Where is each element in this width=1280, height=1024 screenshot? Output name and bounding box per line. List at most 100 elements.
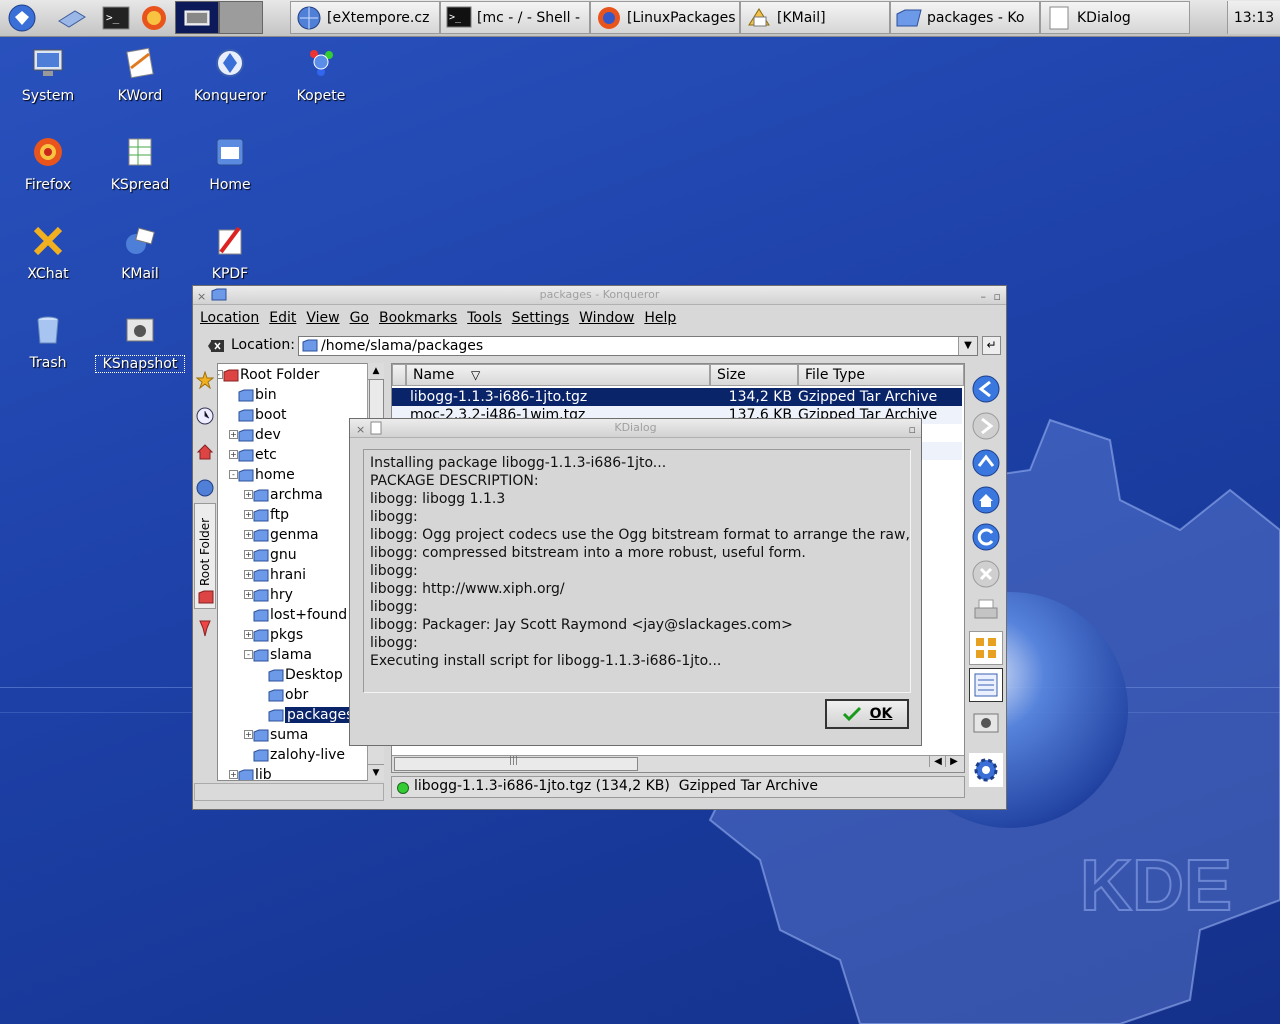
expander-icon[interactable]: + [229, 450, 238, 459]
hscroll-thumb[interactable]: ||| [394, 756, 638, 771]
close-icon[interactable]: × [356, 421, 365, 439]
tree-item[interactable]: lib [238, 765, 272, 780]
pager-desktop-1[interactable] [175, 1, 219, 34]
ok-button[interactable]: OK [825, 699, 909, 729]
tree-item[interactable]: obr [268, 685, 308, 705]
home-button[interactable] [969, 483, 1003, 517]
terminal-launcher[interactable]: >_ [98, 2, 134, 34]
menu-view[interactable]: View [303, 310, 342, 326]
file-row[interactable]: libogg-1.1.3-i686-1jto.tgz 134,2 KB Gzippe… [392, 388, 962, 406]
kde-menu-button[interactable] [4, 2, 40, 34]
tree-item[interactable]: ftp [253, 505, 289, 525]
sidebar-tab-root-folder[interactable]: Root Folder [194, 503, 216, 609]
tree-item[interactable]: hry [253, 585, 293, 605]
maximize-icon[interactable]: ▫ [909, 421, 916, 439]
stop-button[interactable] [969, 557, 1003, 591]
tree-item[interactable]: suma [253, 725, 308, 745]
reload-button[interactable] [969, 520, 1003, 554]
tree-item[interactable]: bin [238, 385, 277, 405]
expander-icon[interactable]: + [244, 510, 253, 519]
maximize-icon[interactable]: ▫ [994, 288, 1001, 306]
up-button[interactable] [969, 446, 1003, 480]
expander-icon[interactable]: - [229, 470, 238, 479]
tree-item[interactable]: gnu [253, 545, 297, 565]
tree-item[interactable]: boot [238, 405, 287, 425]
task-kdialog[interactable]: KDialog [1040, 1, 1190, 34]
desktop-icon-xchat[interactable]: XChat [3, 224, 93, 282]
task-mc-shell[interactable]: >_ [mc - / - Shell - [440, 1, 590, 34]
expander-icon[interactable]: + [244, 530, 253, 539]
icon-view-button[interactable] [969, 631, 1003, 665]
expander-icon[interactable]: + [244, 550, 253, 559]
expander-icon[interactable]: + [244, 630, 253, 639]
menu-edit[interactable]: Edit [266, 310, 299, 326]
desktop-pager[interactable] [175, 1, 263, 34]
activity-throbber[interactable] [969, 753, 1003, 787]
print-button[interactable] [969, 594, 1003, 628]
column-header-size[interactable]: Size [710, 364, 798, 386]
tree-item[interactable]: genma [253, 525, 319, 545]
expander-icon[interactable]: - [244, 650, 253, 659]
clear-location-icon[interactable] [207, 339, 225, 353]
menu-go[interactable]: Go [347, 310, 372, 326]
desktop-icon-kword[interactable]: KWord [95, 46, 185, 104]
menu-help[interactable]: Help [641, 310, 679, 326]
tree-item[interactable]: zalohy-live [253, 745, 345, 765]
expander-icon[interactable]: + [244, 490, 253, 499]
file-list-hscrollbar[interactable]: ||| ◀ ▶ [392, 755, 964, 772]
desktop-icon-kmail[interactable]: KMail [95, 224, 185, 282]
desktop-icon-home[interactable]: Home [185, 135, 275, 193]
minimize-icon[interactable]: – [981, 288, 987, 306]
scroll-down-icon[interactable]: ▼ [368, 764, 384, 781]
expander-icon[interactable]: + [244, 570, 253, 579]
tree-item[interactable]: packages [268, 705, 356, 725]
desktop-icon-firefox[interactable]: Firefox [3, 135, 93, 193]
column-header-name[interactable]: Name ▽ [406, 364, 710, 386]
menu-bookmarks[interactable]: Bookmarks [376, 310, 460, 326]
konqueror-titlebar[interactable]: × packages - Konqueror – ▫ [193, 286, 1006, 305]
column-header-type[interactable]: File Type [798, 364, 964, 386]
tree-item[interactable]: Root Folder [223, 365, 319, 385]
dialog-titlebar[interactable]: × KDialog ▫ [350, 419, 921, 438]
scroll-left-icon[interactable]: ◀ [929, 756, 946, 767]
pager-desktop-2[interactable] [219, 1, 263, 34]
scroll-right-icon[interactable]: ▶ [945, 756, 962, 767]
tree-item[interactable]: dev [238, 425, 281, 445]
expander-icon[interactable]: + [229, 770, 238, 779]
expander-icon[interactable]: + [244, 730, 253, 739]
kdialog-window[interactable]: × KDialog ▫ Installing package libogg-1.… [349, 418, 922, 746]
firefox-launcher[interactable] [136, 2, 172, 34]
scroll-up-icon[interactable]: ▲ [368, 363, 384, 380]
tree-item[interactable]: slama [253, 645, 312, 665]
task-linuxpackages[interactable]: [LinuxPackages [590, 1, 740, 34]
bookmarks-star-icon[interactable] [196, 371, 214, 389]
clock[interactable]: 13:13 [1227, 1, 1280, 34]
menu-tools[interactable]: Tools [464, 310, 505, 326]
history-clock-icon[interactable] [196, 407, 214, 425]
expander-icon[interactable]: + [229, 430, 238, 439]
back-button[interactable] [969, 372, 1003, 406]
desktop-icon-kopete[interactable]: Kopete [276, 46, 366, 104]
home-icon[interactable] [196, 443, 214, 461]
tree-item[interactable]: pkgs [253, 625, 303, 645]
services-pin-icon[interactable] [196, 619, 214, 637]
task-kmail[interactable]: [KMail] [740, 1, 890, 34]
desktop-icon-kspread[interactable]: KSpread [95, 135, 185, 193]
show-desktop-button[interactable] [54, 2, 90, 34]
menu-settings[interactable]: Settings [509, 310, 572, 326]
desktop-icon-system[interactable]: System [3, 46, 93, 104]
chevron-down-icon[interactable]: ▼ [958, 337, 977, 355]
location-input[interactable]: /home/slama/packages ▼ [298, 336, 978, 356]
desktop-icon-ksnapshot[interactable]: KSnapshot [95, 313, 185, 373]
task-extempore[interactable]: [eXtempore.cz [290, 1, 440, 34]
go-button[interactable]: ↵ [982, 336, 1001, 355]
detailed-list-view-button[interactable] [969, 668, 1003, 702]
close-icon[interactable]: × [197, 288, 206, 306]
tree-item[interactable]: lost+found [253, 605, 347, 625]
desktop-icon-trash[interactable]: Trash [3, 313, 93, 371]
expander-icon[interactable]: + [244, 590, 253, 599]
menu-location[interactable]: Location [197, 310, 262, 326]
desktop-icon-kpdf[interactable]: KPDF [185, 224, 275, 282]
menu-window[interactable]: Window [576, 310, 637, 326]
tree-item[interactable]: hrani [253, 565, 306, 585]
